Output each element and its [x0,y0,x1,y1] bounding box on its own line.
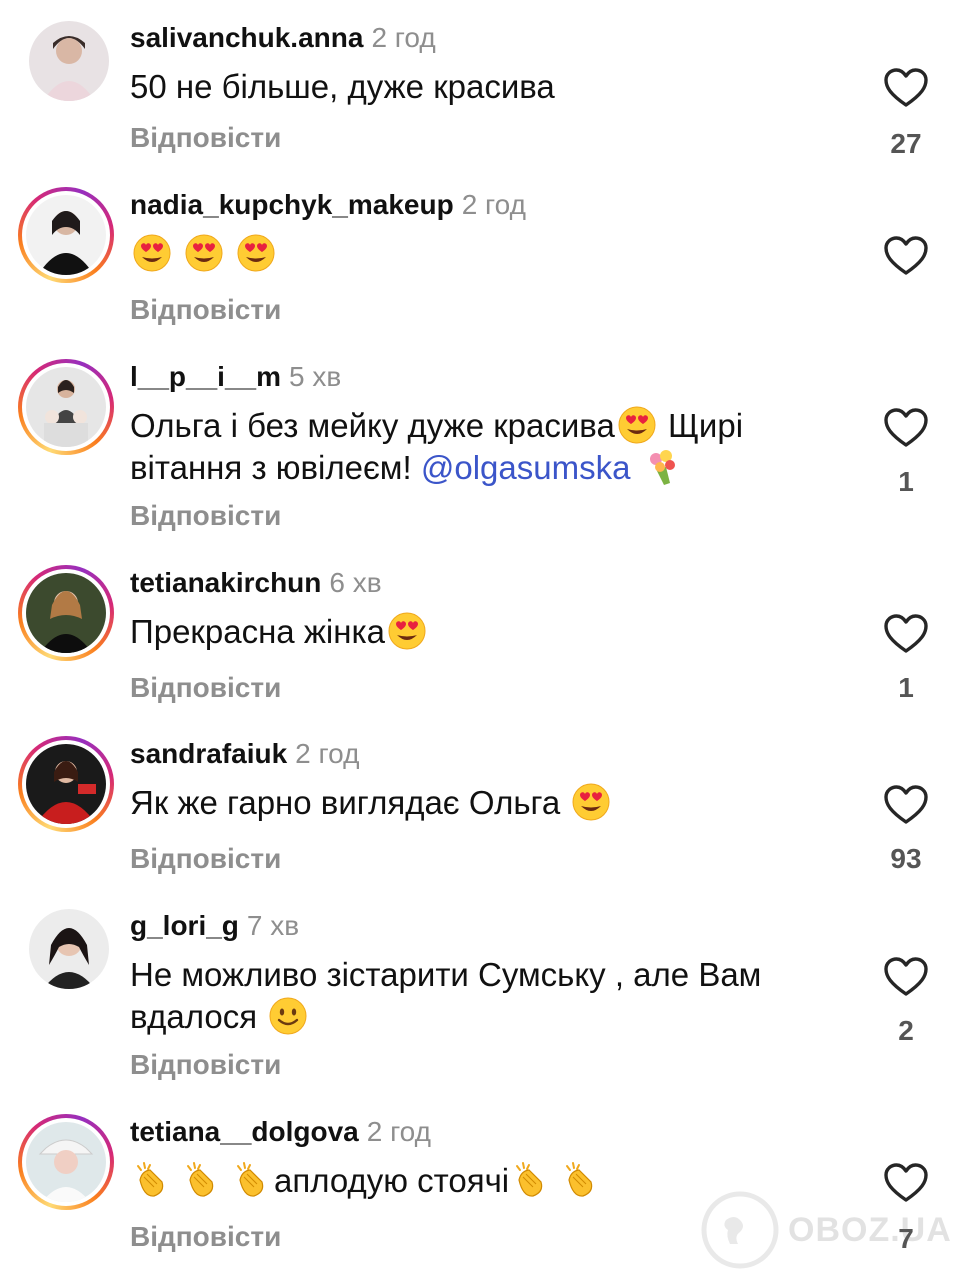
reply-button[interactable]: Відповісти [130,292,281,328]
comment-header: l__p__i__m 5 хв [130,359,341,395]
watermark-text: OBOZ.UA [788,1210,952,1249]
username[interactable]: g_lori_g [130,910,239,941]
comment-text [130,233,850,275]
username[interactable]: salivanchuk.anna [130,22,363,53]
comment-text: 50 не більше, дуже красива [130,68,555,105]
comment-text: Прекрасна жінка [130,611,850,653]
clap-emoji [511,1160,551,1200]
username[interactable]: sandrafaiuk [130,738,287,769]
like-count: 1 [898,466,914,497]
username[interactable]: tetianakirchun [130,567,321,598]
heart-eyes-emoji [236,233,276,273]
clap-emoji [182,1160,222,1200]
smile-emoji [268,996,308,1036]
avatar[interactable] [18,565,114,661]
username[interactable]: tetiana__dolgova [130,1116,359,1147]
reply-button[interactable]: Відповісти [130,1047,281,1083]
timestamp: 2 год [366,1116,431,1147]
reply-button[interactable]: Відповісти [130,120,281,156]
bouquet-emoji [642,447,682,487]
comment-header: sandrafaiuk 2 год [130,736,359,772]
mention-link[interactable]: @olgasumska [421,449,631,486]
comment-text-part: Як же гарно виглядає Ольга [130,784,570,821]
comment-header: tetiana__dolgova 2 год [130,1114,431,1150]
reply-button[interactable]: Відповісти [130,670,281,706]
like-count: 93 [890,843,922,874]
avatar[interactable] [18,187,114,283]
heart-icon[interactable] [884,68,928,108]
heart-eyes-emoji [387,611,427,651]
like-count: 2 [898,1015,914,1046]
username[interactable]: l__p__i__m [130,361,281,392]
comment-text-part: Прекрасна жінка [130,613,385,650]
timestamp: 7 хв [246,910,300,941]
heart-eyes-emoji [617,405,657,445]
avatar[interactable] [28,908,110,990]
reply-button[interactable]: Відповісти [130,1219,281,1255]
heart-eyes-emoji [184,233,224,273]
like-count: 27 [890,128,922,159]
clap-emoji [232,1160,272,1200]
comment-text: Не можливо зістарити Сумську , але Вам в… [130,954,850,1038]
avatar[interactable] [18,359,114,455]
clap-emoji [561,1160,601,1200]
comment-header: g_lori_g 7 хв [130,908,299,944]
avatar[interactable] [18,736,114,832]
timestamp: 2 год [371,22,436,53]
heart-icon[interactable] [884,957,928,997]
username[interactable]: nadia_kupchyk_makeup [130,189,454,220]
timestamp: 2 год [461,189,526,220]
comment-text: Ольга і без мейку дуже красива Щирі віта… [130,405,830,489]
like-count: 1 [898,672,914,703]
comment-header: tetianakirchun 6 хв [130,565,382,601]
comment-text-part: аплодую стоячі [274,1162,510,1199]
heart-icon[interactable] [884,408,928,448]
avatar[interactable] [28,20,110,102]
comment-text-part: Ольга і без мейку дуже красива [130,407,615,444]
heart-eyes-emoji [132,233,172,273]
watermark: OBOZ.UA [700,1190,952,1270]
heart-icon[interactable] [884,614,928,654]
timestamp: 2 год [295,738,360,769]
globe-icon [701,1191,779,1269]
heart-icon[interactable] [884,785,928,825]
comment-header: salivanchuk.anna 2 год [130,20,436,56]
comment-header: nadia_kupchyk_makeup 2 год [130,187,526,223]
reply-button[interactable]: Відповісти [130,841,281,877]
heart-eyes-emoji [571,782,611,822]
comment-text-part: Не можливо зістарити Сумську , але Вам в… [130,956,762,1035]
comment-text: Як же гарно виглядає Ольга [130,782,850,824]
timestamp: 5 хв [289,361,342,392]
timestamp: 6 хв [329,567,382,598]
reply-button[interactable]: Відповісти [130,498,281,534]
clap-emoji [132,1160,172,1200]
avatar[interactable] [18,1114,114,1210]
heart-icon[interactable] [884,236,928,276]
